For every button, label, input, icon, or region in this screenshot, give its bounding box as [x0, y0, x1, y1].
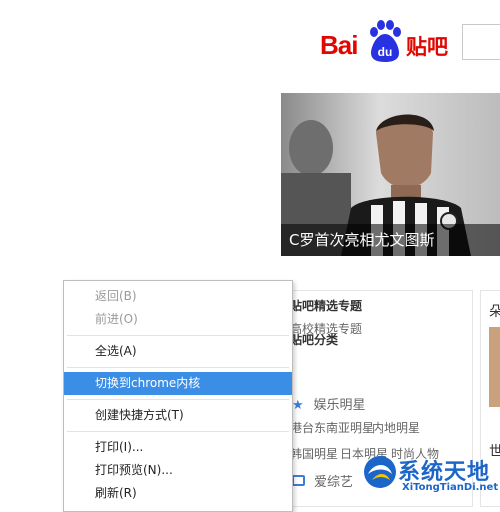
logo-du-text: du: [378, 45, 393, 59]
watermark-url: XiTongTianDi.net: [402, 482, 499, 493]
menu-separator: [67, 367, 289, 368]
menu-item-select-all[interactable]: 全选(A): [64, 340, 292, 363]
banner-caption[interactable]: C罗首次亮相尤文图斯: [281, 224, 500, 256]
category-variety[interactable]: 爱综艺: [314, 471, 353, 490]
tag-korea[interactable]: 韩国明星: [290, 445, 338, 462]
menu-item-print[interactable]: 打印(I)...: [64, 436, 292, 459]
menu-separator: [67, 431, 289, 432]
banner-carousel[interactable]: C罗首次亮相尤文图斯: [281, 93, 500, 256]
search-input[interactable]: [462, 24, 500, 60]
menu-item-back[interactable]: 返回(B): [64, 285, 292, 308]
menu-item-switch-chrome[interactable]: 切换到chrome内核: [64, 372, 292, 395]
site-watermark: 系统天地 XiTongTianDi.net: [360, 448, 500, 501]
menu-item-forward[interactable]: 前进(O): [64, 308, 292, 331]
right-card-title: 朵: [489, 301, 500, 321]
featured-title: 贴吧精选专题: [290, 299, 363, 313]
menu-item-print-preview[interactable]: 打印预览(N)...: [64, 459, 292, 482]
menu-item-create-shortcut[interactable]: 创建快捷方式(T): [64, 404, 292, 427]
menu-separator: [67, 335, 289, 336]
category-title: 贴吧分类: [290, 333, 339, 347]
context-menu: 返回(B) 前进(O) 全选(A) 切换到chrome内核 创建快捷方式(T) …: [63, 280, 293, 512]
menu-item-refresh[interactable]: 刷新(R): [64, 482, 292, 505]
category-ent-label: 娱乐明星: [313, 398, 366, 413]
baidu-paw-icon: du: [370, 20, 401, 62]
watermark-logo-icon: [364, 456, 396, 488]
menu-separator: [67, 399, 289, 400]
tv-icon: [292, 475, 305, 486]
tag-hk-tw[interactable]: 港台东南亚明星: [290, 419, 374, 436]
logo-tieba-text: 贴吧: [406, 35, 448, 59]
right-card-image[interactable]: [489, 327, 500, 407]
tag-mainland[interactable]: 内地明星: [372, 419, 420, 436]
logo-bai-text: Bai: [320, 30, 358, 60]
tieba-logo[interactable]: Bai du 贴吧: [320, 18, 450, 68]
star-icon: ★: [292, 398, 304, 413]
category-ent[interactable]: ★ 娱乐明星: [292, 394, 366, 413]
